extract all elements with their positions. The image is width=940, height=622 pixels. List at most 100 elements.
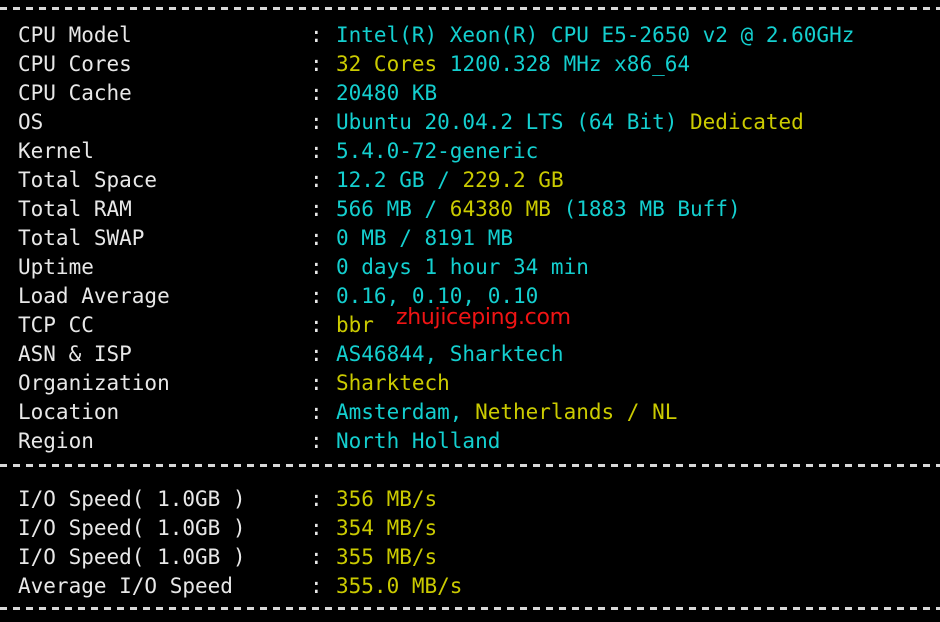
terminal-window[interactable]: CPU Model: Intel(R) Xeon(R) CPU E5-2650 v…: [0, 0, 940, 622]
system-info-label: Kernel: [18, 139, 94, 163]
io-speed-value: 355 MB/s: [336, 545, 437, 569]
row-colon: :: [310, 226, 323, 250]
system-info-row: Kernel:5.4.0-72-generic: [18, 137, 854, 166]
value-segment: 0 days 1 hour 34 min: [336, 255, 589, 279]
system-info-value: 566 MB / 64380 MB (1883 MB Buff): [336, 197, 741, 221]
system-info-value: 0 MB / 8191 MB: [336, 226, 513, 250]
value-segment: bbr: [336, 313, 374, 337]
value-segment: Amsterdam,: [336, 400, 476, 424]
value-segment: 12.2 GB /: [336, 168, 463, 192]
system-info-label: CPU Model: [18, 23, 132, 47]
system-info-row: Total SWAP:0 MB / 8191 MB: [18, 224, 854, 253]
system-info-row: CPU Model: Intel(R) Xeon(R) CPU E5-2650 v…: [18, 21, 854, 50]
separator-line-middle: [0, 464, 940, 467]
system-info-value: 12.2 GB / 229.2 GB: [336, 168, 564, 192]
system-info-value: Sharktech: [336, 371, 450, 395]
system-info-label: CPU Cores: [18, 52, 132, 76]
row-colon: :: [310, 371, 323, 395]
value-segment: Sharktech: [336, 371, 450, 395]
system-info-row: OS: Ubuntu 20.04.2 LTS (64 Bit) Dedicated: [18, 108, 854, 137]
value-segment: 229.2 GB: [462, 168, 564, 192]
system-info-value: Intel(R) Xeon(R) CPU E5-2650 v2 @ 2.60GH…: [336, 23, 854, 47]
value-segment: 64380 MB: [449, 197, 551, 221]
row-colon: :: [310, 81, 323, 105]
row-colon: :: [310, 516, 323, 540]
row-colon: :: [310, 168, 323, 192]
value-segment: (1883 MB Buff): [550, 197, 741, 221]
row-colon: :: [310, 313, 323, 337]
system-info-value: AS46844, Sharktech: [336, 342, 564, 366]
value-segment: 566 MB /: [336, 197, 450, 221]
row-colon: :: [310, 574, 323, 598]
row-colon: :: [310, 487, 323, 511]
system-info-label: Organization: [18, 371, 170, 395]
system-info-label: TCP CC: [18, 313, 94, 337]
value-segment: Dedicated: [690, 110, 804, 134]
system-info-label: OS: [18, 110, 44, 134]
system-info-label: Total SWAP: [18, 226, 145, 250]
row-colon: :: [310, 342, 323, 366]
system-info-row: Total RAM:566 MB / 64380 MB (1883 MB Buf…: [18, 195, 854, 224]
system-info-label: CPU Cache: [18, 81, 132, 105]
system-info-value: 5.4.0-72-generic: [336, 139, 538, 163]
system-info-row: CPU Cache:20480 KB: [18, 79, 854, 108]
system-info-label: Location: [18, 400, 120, 424]
system-info-value: 0 days 1 hour 34 min: [336, 255, 589, 279]
io-speed-row: Average I/O Speed:355.0 MB/s: [18, 572, 462, 601]
value-segment: 0 MB / 8191 MB: [336, 226, 514, 250]
system-info-row: Location: Amsterdam, Netherlands / NL: [18, 398, 854, 427]
value-segment: 1200.328 MHz x86_64: [437, 52, 691, 76]
io-speed-value: 354 MB/s: [336, 516, 437, 540]
system-info-label: ASN & ISP: [18, 342, 132, 366]
row-colon: :: [310, 23, 323, 47]
system-info-value: Ubuntu 20.04.2 LTS (64 Bit) Dedicated: [336, 110, 804, 134]
separator-line-top: [0, 7, 940, 10]
system-info-label: Uptime: [18, 255, 94, 279]
value-segment: 32 Cores: [336, 52, 438, 76]
system-info-section: CPU Model: Intel(R) Xeon(R) CPU E5-2650 v…: [18, 21, 854, 456]
row-colon: :: [310, 52, 323, 76]
system-info-row: Organization: Sharktech: [18, 369, 854, 398]
system-info-row: Uptime:0 days 1 hour 34 min: [18, 253, 854, 282]
row-colon: :: [310, 545, 323, 569]
row-colon: :: [310, 197, 323, 221]
value-segment: AS46844, Sharktech: [336, 342, 564, 366]
row-colon: :: [310, 110, 323, 134]
system-info-label: Total RAM: [18, 197, 132, 221]
row-colon: :: [310, 400, 323, 424]
io-speed-row: I/O Speed( 1.0GB ):354 MB/s: [18, 514, 462, 543]
system-info-label: Total Space: [18, 168, 158, 192]
value-segment: 355.0 MB/s: [336, 574, 463, 598]
io-speed-label: I/O Speed( 1.0GB ): [18, 545, 246, 569]
io-speed-label: I/O Speed( 1.0GB ): [18, 487, 246, 511]
io-speed-label: Average I/O Speed: [18, 574, 233, 598]
io-speed-row: I/O Speed( 1.0GB ):356 MB/s: [18, 485, 462, 514]
io-speed-value: 356 MB/s: [336, 487, 437, 511]
system-info-label: Load Average: [18, 284, 170, 308]
io-speed-row: I/O Speed( 1.0GB ):355 MB/s: [18, 543, 462, 572]
system-info-value: bbr: [336, 313, 374, 337]
value-segment: 354 MB/s: [336, 516, 438, 540]
value-segment: 5.4.0-72-generic: [336, 139, 539, 163]
value-segment: 356 MB/s: [336, 487, 438, 511]
value-segment: 20480 KB: [336, 81, 438, 105]
system-info-label: Region: [18, 429, 94, 453]
system-info-row: ASN & ISP: AS46844, Sharktech: [18, 340, 854, 369]
row-colon: :: [310, 139, 323, 163]
watermark-text: zhujiceping.com: [396, 305, 571, 330]
system-info-value: 20480 KB: [336, 81, 437, 105]
row-colon: :: [310, 284, 323, 308]
system-info-value: 32 Cores 1200.328 MHz x86_64: [336, 52, 690, 76]
value-segment: 355 MB/s: [336, 545, 438, 569]
separator-line-bottom: [0, 607, 940, 610]
io-speed-section: I/O Speed( 1.0GB ):356 MB/s I/O Speed( 1.…: [18, 485, 462, 601]
io-speed-value: 355.0 MB/s: [336, 574, 462, 598]
value-segment: Intel(R) Xeon(R) CPU E5-2650 v2 @ 2.60GH…: [336, 23, 855, 47]
value-segment: North Holland: [336, 429, 501, 453]
io-speed-label: I/O Speed( 1.0GB ): [18, 516, 246, 540]
system-info-row: CPU Cores:32 Cores 1200.328 MHz x86_64: [18, 50, 854, 79]
system-info-row: Region: North Holland: [18, 427, 854, 456]
value-segment: Netherlands / NL: [475, 400, 678, 424]
row-colon: :: [310, 255, 323, 279]
row-colon: :: [310, 429, 323, 453]
